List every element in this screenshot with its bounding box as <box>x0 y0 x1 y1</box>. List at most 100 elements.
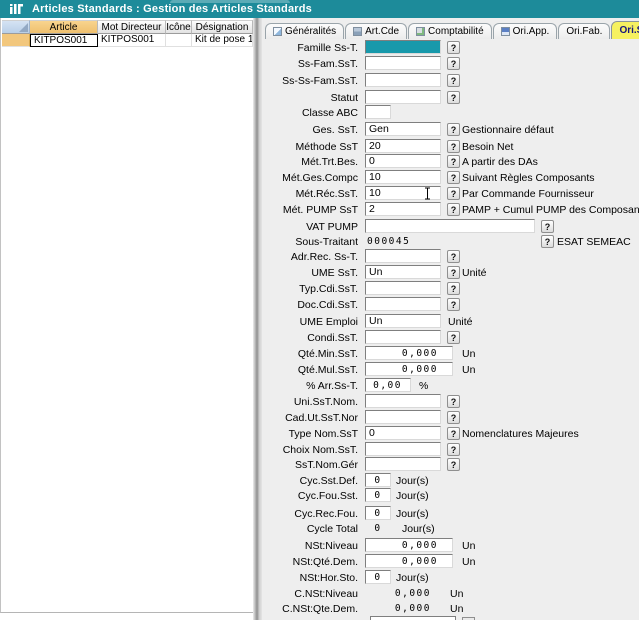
met-ges-compc-input[interactable] <box>365 170 441 184</box>
field-description: ESAT SEMEAC <box>557 236 631 248</box>
nst-hor-sto-input[interactable] <box>365 570 391 584</box>
help-button[interactable]: ? <box>447 331 460 344</box>
form-row: Mét.Ges.Compc ? Suivant Règles Composant… <box>262 170 639 185</box>
form-row-partial <box>262 616 639 620</box>
form-row: NSt:Hor.Sto. Jour(s) <box>262 570 639 585</box>
help-button[interactable]: ? <box>447 298 460 311</box>
type-nom-sst-input[interactable] <box>365 426 441 440</box>
form-row: Qté.Min.SsT. Un <box>262 346 639 361</box>
field-description: Unité <box>462 267 487 279</box>
tab-comptabilite[interactable]: Comptabilité <box>408 23 492 39</box>
qte-min-sst-input[interactable] <box>365 346 453 360</box>
ges-sst-input[interactable] <box>365 122 441 136</box>
field-label: Choix Nom.SsT. <box>262 444 358 456</box>
qte-mul-sst-input[interactable] <box>365 362 453 376</box>
accounting-tab-icon <box>416 27 425 36</box>
help-button[interactable]: ? <box>447 187 460 200</box>
form-row: Type Nom.SsT ? Nomenclatures Majeures <box>262 426 639 441</box>
uni-sst-nom-input[interactable] <box>365 394 441 408</box>
icone-cell[interactable] <box>166 34 192 47</box>
form-row: Ss-Ss-Fam.SsT. ? <box>262 73 639 88</box>
help-button[interactable]: ? <box>447 91 460 104</box>
column-header-designation[interactable]: Désignation <box>192 20 253 34</box>
met-pump-sst-input[interactable] <box>365 202 441 216</box>
help-button[interactable]: ? <box>447 57 460 70</box>
ume-sst-input[interactable] <box>365 265 441 279</box>
help-button[interactable]: ? <box>447 443 460 456</box>
select-all-corner[interactable] <box>2 20 30 34</box>
help-button[interactable]: ? <box>447 458 460 471</box>
form-row: Cyc.Fou.Sst. Jour(s) <box>262 488 639 503</box>
ss-ss-fam-sst-input[interactable] <box>365 73 441 87</box>
text-cursor <box>424 187 432 203</box>
article-cell-selected[interactable]: KITPOS001 <box>30 34 98 47</box>
column-header-mot-directeur[interactable]: Mot Directeur <box>98 20 166 34</box>
form-row: Statut ? <box>262 90 639 105</box>
field-description: Suivant Règles Composants <box>462 172 595 184</box>
ss-fam-sst-input[interactable] <box>365 56 441 70</box>
field-label: C.NSt:Niveau <box>262 588 358 600</box>
statut-input[interactable] <box>365 90 441 104</box>
help-button[interactable]: ? <box>447 411 460 424</box>
tab-ori-app[interactable]: Ori.App. <box>493 23 558 39</box>
designation-cell[interactable]: Kit de pose 1 <box>192 34 253 47</box>
condi-sst-input[interactable] <box>365 330 441 344</box>
generalites-tab-icon <box>273 27 282 36</box>
column-header-icone[interactable]: Icône <box>166 20 192 34</box>
choix-nom-sst-input[interactable] <box>365 442 441 456</box>
cad-ut-sst-nor-input[interactable] <box>365 410 441 424</box>
cyc-rec-fou-input[interactable] <box>365 506 391 520</box>
methode-sst-input[interactable] <box>365 139 441 153</box>
cyc-sst-def-input[interactable] <box>365 473 391 487</box>
help-button[interactable]: ? <box>447 250 460 263</box>
ume-emploi-input[interactable] <box>365 314 441 328</box>
panel-splitter[interactable] <box>253 18 262 620</box>
form-row: C.NSt:Qte.Dem. 0,000 Un <box>262 601 639 616</box>
form-row: Condi.SsT. ? <box>262 330 639 345</box>
help-button[interactable]: ? <box>447 171 460 184</box>
field-label: Condi.SsT. <box>262 332 358 344</box>
help-button[interactable]: ? <box>447 427 460 440</box>
tab-ori-fab[interactable]: Ori.Fab. <box>558 23 610 39</box>
tab-label: Art.Cde <box>365 26 399 37</box>
help-button[interactable]: ? <box>541 235 554 248</box>
tab-ori-sst-active[interactable]: Ori.SsT. <box>611 21 639 39</box>
help-button[interactable]: ? <box>447 266 460 279</box>
help-button[interactable]: ? <box>447 74 460 87</box>
field-label: Adr.Rec. Ss-T. <box>262 251 358 263</box>
help-button[interactable]: ? <box>447 203 460 216</box>
form-row: UME Emploi Unité <box>262 314 639 329</box>
form-row: Cycle Total 0 Jour(s) <box>262 521 639 536</box>
mot-directeur-cell[interactable]: KITPOS001 <box>98 34 166 47</box>
form-row: Sous-Traitant 000045 ? ESAT SEMEAC <box>262 234 639 249</box>
help-button[interactable]: ? <box>447 395 460 408</box>
help-button[interactable]: ? <box>541 220 554 233</box>
adr-rec-sst-input[interactable] <box>365 249 441 263</box>
help-button[interactable]: ? <box>447 41 460 54</box>
help-button[interactable]: ? <box>447 282 460 295</box>
famille-sst-input[interactable] <box>365 40 441 54</box>
classe-abc-input[interactable] <box>365 105 391 119</box>
tab-generalites[interactable]: Généralités <box>265 23 344 39</box>
clipped-input[interactable] <box>370 616 456 620</box>
help-button[interactable]: ? <box>447 140 460 153</box>
nst-niveau-input[interactable] <box>365 538 453 552</box>
form-row: NSt:Niveau Un <box>262 538 639 553</box>
vat-pump-input[interactable] <box>365 219 535 233</box>
pct-arr-sst-input[interactable] <box>365 378 411 392</box>
tab-art-cde[interactable]: Art.Cde <box>345 23 407 39</box>
sst-nom-ger-input[interactable] <box>365 457 441 471</box>
help-button[interactable]: ? <box>447 123 460 136</box>
unit-label: Un <box>450 588 463 600</box>
doc-cdi-sst-input[interactable] <box>365 297 441 311</box>
cnst-niveau-value: 0,000 <box>365 588 431 599</box>
cyc-fou-sst-input[interactable] <box>365 488 391 502</box>
column-header-article[interactable]: Article <box>30 20 98 34</box>
met-trt-bes-input[interactable] <box>365 154 441 168</box>
row-indicator-cell[interactable] <box>2 34 30 47</box>
field-label: Ges. SsT. <box>262 124 358 136</box>
field-label: UME SsT. <box>262 267 358 279</box>
typ-cdi-sst-input[interactable] <box>365 281 441 295</box>
nst-qte-dem-input[interactable] <box>365 554 453 568</box>
help-button[interactable]: ? <box>447 155 460 168</box>
